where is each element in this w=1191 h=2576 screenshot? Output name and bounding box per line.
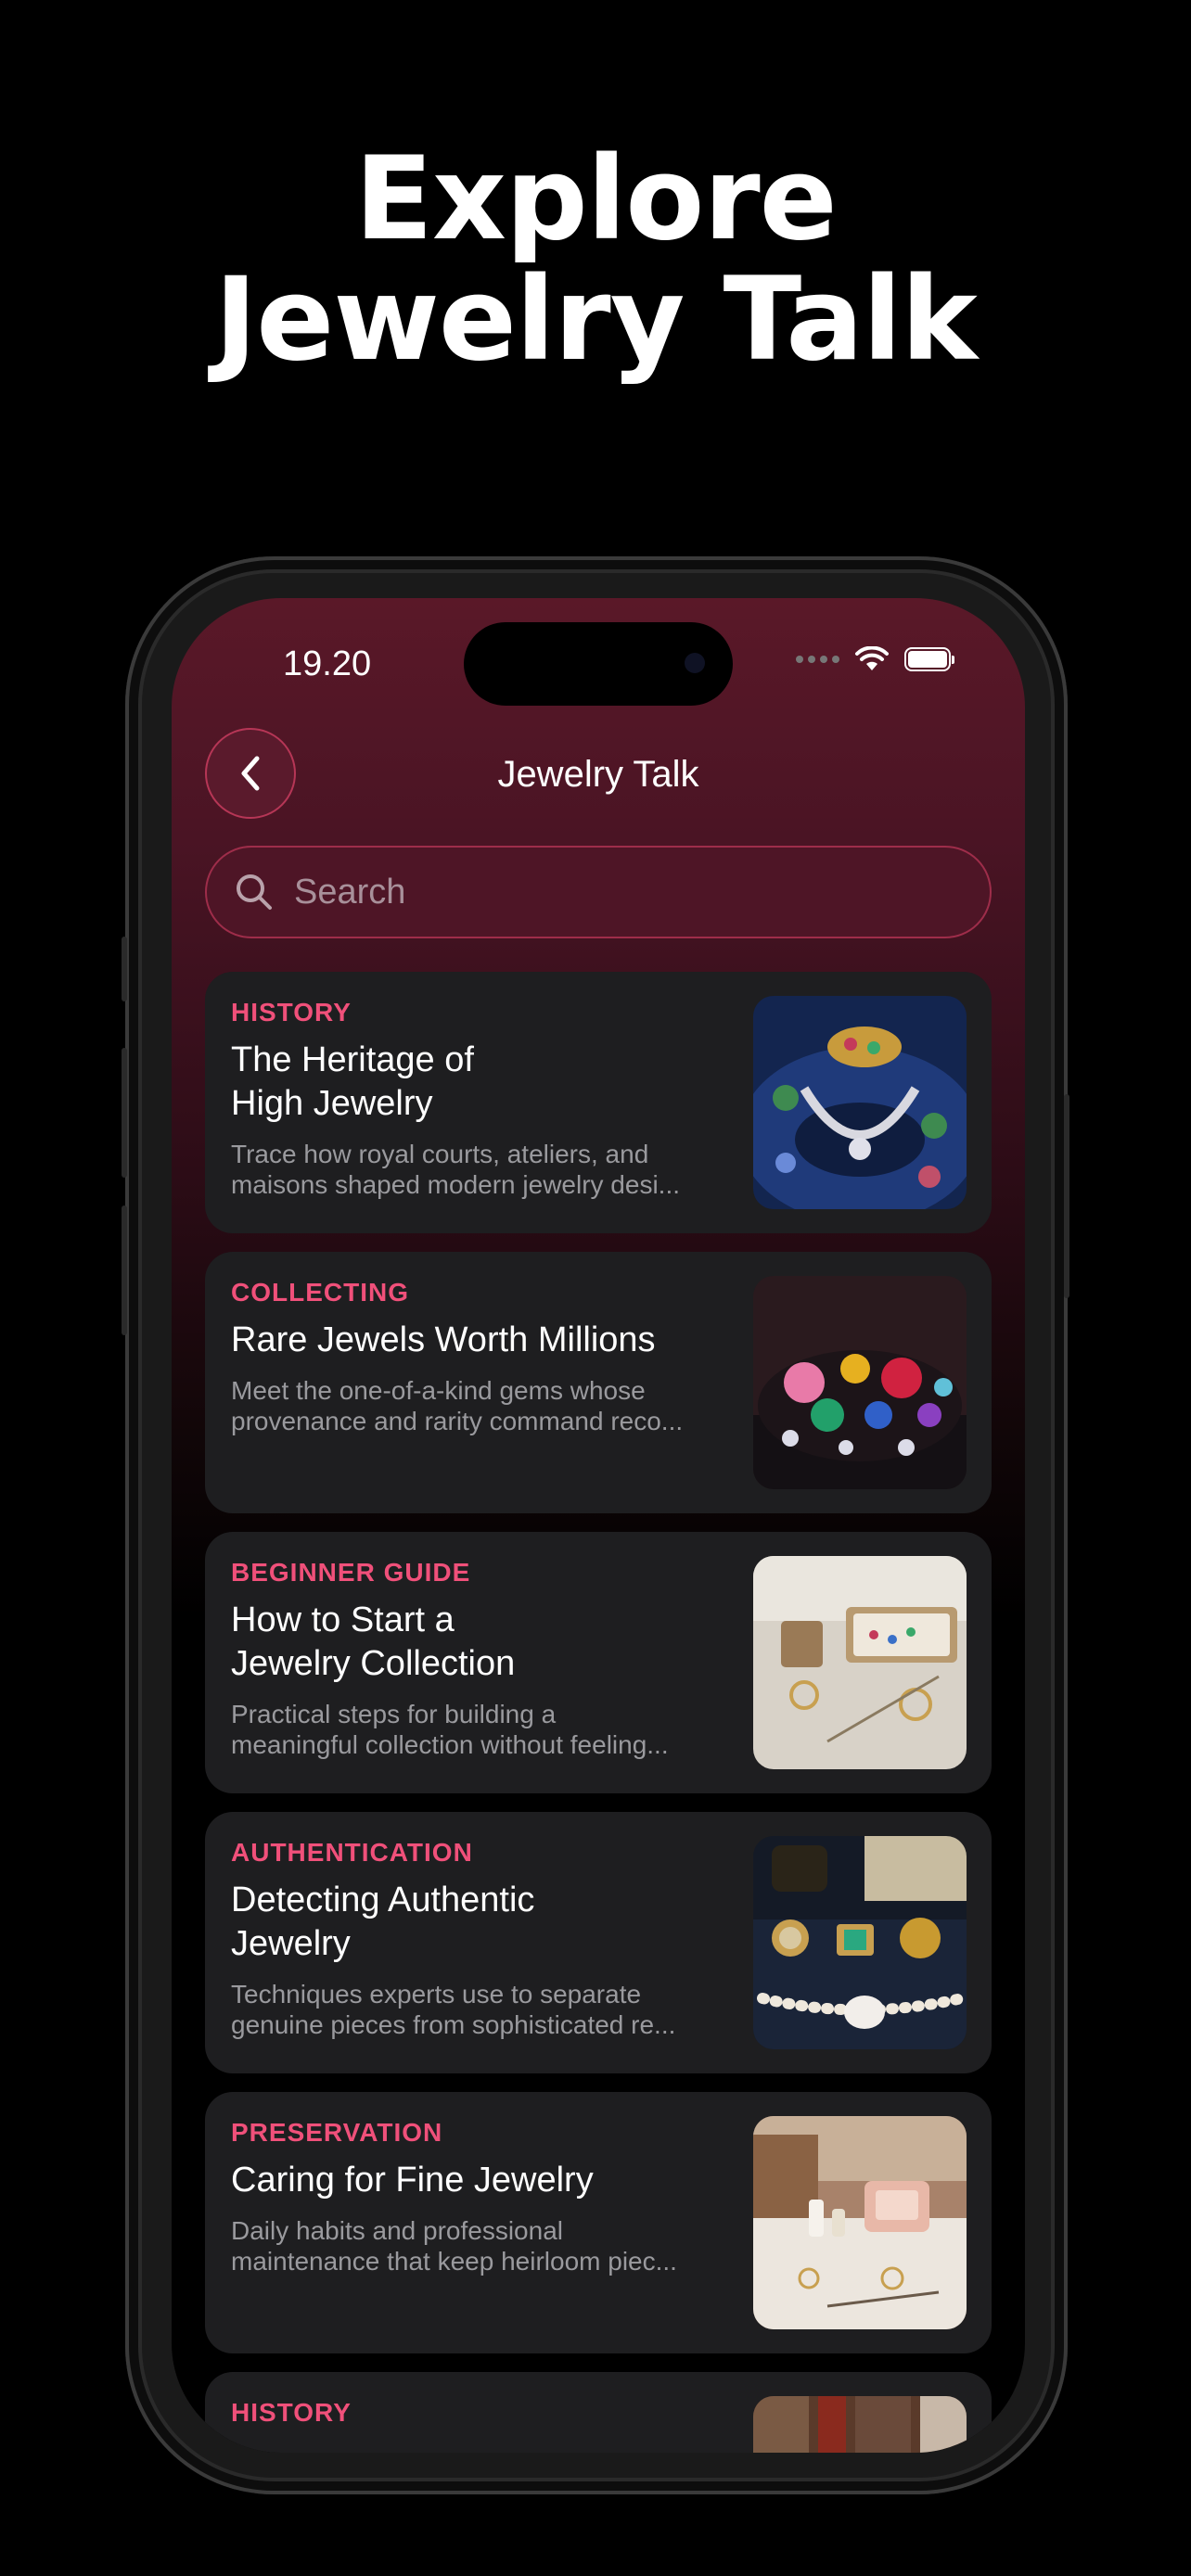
article-thumbnail	[753, 2116, 967, 2329]
article-thumbnail	[753, 2396, 967, 2453]
article-title: How to Start a Jewelry Collection	[231, 1599, 713, 1686]
article-title: Rare Jewels Worth Millions	[231, 1319, 713, 1362]
article-description: Meet the one-of-a-kind gems whose proven…	[231, 1375, 713, 1436]
article-card[interactable]: AUTHENTICATION Detecting Authentic Jewel…	[205, 1812, 992, 2073]
article-description-line: maintenance that keep heirloom piec...	[231, 2247, 677, 2276]
headline-line-1: Explore	[354, 133, 837, 266]
headline-line-2: Jewelry Talk	[214, 253, 978, 387]
battery-icon	[904, 647, 954, 671]
article-card[interactable]: COLLECTING Rare Jewels Worth Millions Me…	[205, 1252, 992, 1513]
article-description-line: Daily habits and professional	[231, 2216, 563, 2245]
camera-icon	[685, 653, 705, 673]
search-placeholder: Search	[294, 872, 406, 912]
article-description: Daily habits and professional maintenanc…	[231, 2215, 713, 2276]
article-list: HISTORY The Heritage of High Jewelry Tra…	[205, 972, 992, 2453]
article-card[interactable]: PRESERVATION Caring for Fine Jewelry Dai…	[205, 2092, 992, 2353]
phone-screen: 19.20 Jewelry Talk Search HISTORY The He…	[172, 598, 1025, 2453]
status-icons	[796, 646, 954, 672]
article-card[interactable]: HISTORY	[205, 2372, 992, 2453]
article-description-line: Practical steps for building a	[231, 1700, 557, 1728]
article-category: PRESERVATION	[231, 2118, 443, 2147]
page-title: Jewelry Talk	[497, 754, 699, 795]
search-icon	[237, 874, 272, 910]
dynamic-island	[464, 622, 733, 706]
status-time: 19.20	[283, 644, 372, 683]
search-input[interactable]: Search	[205, 846, 992, 938]
article-category: COLLECTING	[231, 1278, 409, 1307]
article-title-line: Detecting Authentic	[231, 1881, 535, 1919]
article-category: HISTORY	[231, 2398, 352, 2427]
article-description-line: maisons shaped modern jewelry desi...	[231, 1170, 681, 1199]
article-description: Practical steps for building a meaningfu…	[231, 1699, 713, 1760]
article-description: Techniques experts use to separate genui…	[231, 1979, 713, 2040]
article-description-line: genuine pieces from sophisticated re...	[231, 2010, 676, 2039]
side-button-silent	[122, 937, 127, 1001]
wifi-icon	[855, 646, 889, 670]
promo-headline: Explore Jewelry Talk	[0, 139, 1191, 380]
article-title: Detecting Authentic Jewelry	[231, 1879, 713, 1966]
article-category: BEGINNER GUIDE	[231, 1558, 471, 1587]
article-category: HISTORY	[231, 998, 352, 1027]
side-button-volume-up	[122, 1048, 127, 1178]
side-button-power	[1064, 1094, 1069, 1298]
article-title-line: High Jewelry	[231, 1084, 433, 1123]
article-title-line: Jewelry Collection	[231, 1644, 516, 1683]
article-title: Caring for Fine Jewelry	[231, 2159, 713, 2202]
article-description-line: Trace how royal courts, ateliers, and	[231, 1140, 649, 1168]
article-category: AUTHENTICATION	[231, 1838, 473, 1867]
article-description-line: meaningful collection without feeling...	[231, 1730, 669, 1759]
article-description-line: provenance and rarity command reco...	[231, 1407, 684, 1435]
article-thumbnail	[753, 996, 967, 1209]
article-title-line: How to Start a	[231, 1600, 455, 1639]
article-description: Trace how royal courts, ateliers, and ma…	[231, 1139, 713, 1200]
article-title: The Heritage of High Jewelry	[231, 1039, 713, 1126]
article-title-line: Jewelry	[231, 1924, 351, 1963]
article-thumbnail	[753, 1556, 967, 1769]
article-card[interactable]: BEGINNER GUIDE How to Start a Jewelry Co…	[205, 1532, 992, 1793]
signal-icon	[796, 656, 839, 663]
side-button-volume-down	[122, 1205, 127, 1335]
article-description-line: Meet the one-of-a-kind gems whose	[231, 1376, 646, 1405]
article-description-line: Techniques experts use to separate	[231, 1980, 642, 2009]
article-thumbnail	[753, 1276, 967, 1489]
article-thumbnail	[753, 1836, 967, 2049]
article-card[interactable]: HISTORY The Heritage of High Jewelry Tra…	[205, 972, 992, 1233]
article-title-line: Rare Jewels Worth Millions	[231, 1320, 656, 1359]
article-title-line: Caring for Fine Jewelry	[231, 2161, 594, 2200]
article-title-line: The Heritage of	[231, 1040, 474, 1079]
